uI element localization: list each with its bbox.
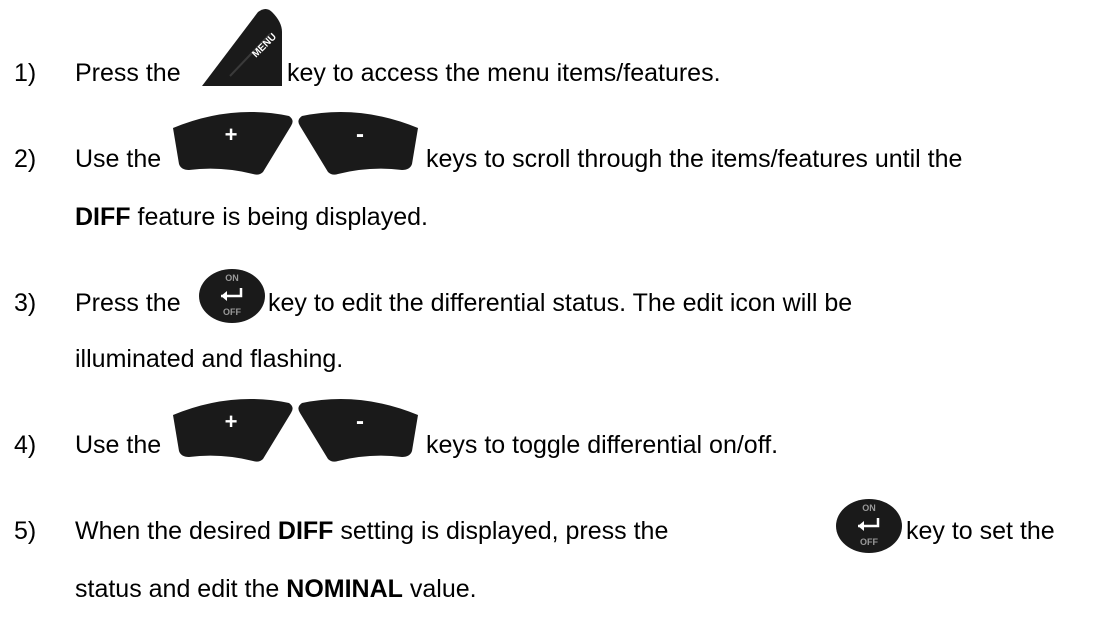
step-1: 1) Press the (14, 58, 181, 88)
step-text: key to edit the differential status. The… (268, 289, 853, 317)
plus-key-icon: + (173, 112, 293, 175)
step-text: feature is being displayed. (137, 203, 428, 231)
step-2: 2) Use the (14, 144, 161, 174)
plus-key-icon: + (173, 399, 293, 462)
off-label: OFF (223, 307, 241, 317)
on-label: ON (862, 503, 876, 513)
step-2-cont: keys to scroll through the items/feature… (426, 144, 962, 174)
off-label: OFF (860, 537, 878, 547)
step-5-line-2: status and edit the NOMINAL value. (75, 574, 477, 604)
step-text: When the desired (75, 517, 271, 545)
minus-key-icon: - (298, 399, 418, 462)
step-4-cont: keys to toggle differential on/off. (426, 430, 778, 460)
menu-key-icon: MENU (202, 9, 282, 86)
step-number: 2) (14, 145, 37, 173)
diff-bold: DIFF (75, 203, 131, 231)
step-number: 3) (14, 289, 37, 317)
step-text: setting is displayed, press the (340, 517, 669, 545)
step-number: 5) (14, 517, 37, 545)
minus-label: - (356, 121, 364, 148)
step-text: value. (409, 575, 477, 603)
step-1-cont: key to access the menu items/features. (287, 58, 721, 88)
enter-key-icon: ON OFF (199, 269, 265, 323)
step-3: 3) Press the (14, 288, 181, 318)
step-number: 4) (14, 431, 37, 459)
step-4: 4) Use the (14, 430, 161, 460)
step-3-line-2: illuminated and flashing. (75, 344, 343, 374)
step-5: 5) When the desired DIFF setting is displ… (14, 516, 668, 546)
step-text: key to set the (906, 517, 1055, 545)
step-text: keys to toggle differential on/off. (426, 431, 779, 459)
minus-label: - (356, 408, 364, 435)
step-2-line-2: DIFF feature is being displayed. (75, 202, 428, 232)
enter-key-icon: ON OFF (836, 499, 902, 553)
minus-key-icon: - (298, 112, 418, 175)
plus-label: + (225, 122, 238, 147)
step-text: illuminated and flashing. (75, 345, 344, 373)
step-text: Press the (75, 289, 181, 317)
step-text: key to access the menu items/features. (287, 59, 721, 87)
step-5-cont: key to set the (906, 516, 1055, 546)
step-text: Use the (75, 145, 162, 173)
step-number: 1) (14, 59, 37, 87)
step-3-cont: key to edit the differential status. The… (268, 288, 852, 318)
nominal-bold: NOMINAL (286, 575, 403, 603)
step-text: Press the (75, 59, 181, 87)
step-text: status and edit the (75, 575, 280, 603)
on-label: ON (225, 273, 239, 283)
step-text: keys to scroll through the items/feature… (426, 145, 963, 173)
step-text: Use the (75, 431, 162, 459)
plus-label: + (225, 409, 238, 434)
diff-bold: DIFF (277, 517, 334, 545)
